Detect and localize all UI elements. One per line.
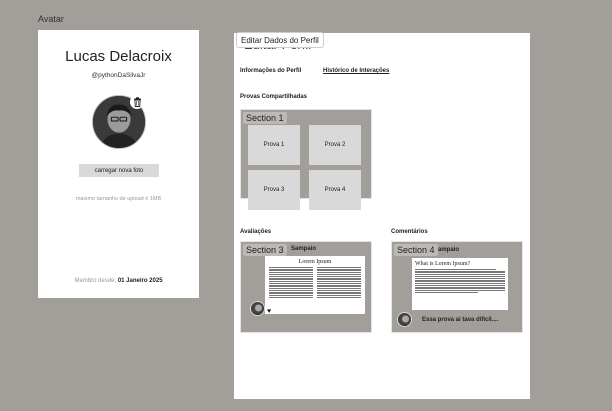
section-label: Section 1	[243, 112, 287, 124]
frame-label: Avatar	[38, 14, 64, 24]
panel-title-tag: Editar Dados do Perfil	[236, 32, 324, 48]
upload-hint: máximo tamanho de upload é 1MB	[75, 196, 162, 202]
comment-document-thumbnail[interactable]: What is Lorem Ipsum?	[412, 258, 508, 310]
section-label: Section 3	[243, 244, 287, 256]
section-label: Section 4	[394, 244, 438, 256]
member-since-date: 01 Janeiro 2025	[117, 278, 163, 284]
profile-handle: @pythonDaSilvaJr	[91, 72, 146, 79]
tab-profile-info[interactable]: Informações do Perfil	[240, 68, 301, 74]
prova-card[interactable]: Prova 4	[309, 170, 361, 210]
edit-profile-panel: Editar Perfil Editar Dados do Perfil Inf…	[234, 32, 530, 399]
reviewer-name: Sampaio	[291, 246, 317, 252]
trash-icon[interactable]	[130, 95, 144, 109]
profile-name: Lucas Delacroix	[65, 48, 172, 65]
member-since-label: Membro desde:	[74, 278, 117, 284]
review-document-thumbnail[interactable]: Lorem Ipsum	[265, 256, 365, 314]
shared-provas-heading: Provas Compartilhadas	[240, 94, 308, 100]
prova-card[interactable]: Prova 2	[309, 125, 361, 165]
shared-provas-section: Section 1 Prova 1 Prova 2 Prova 3 Prova …	[240, 109, 372, 210]
reviewer-avatar	[250, 301, 265, 316]
prova-card[interactable]: Prova 3	[248, 170, 300, 210]
comment-document-title: What is Lorem Ipsum?	[415, 261, 471, 267]
review-document-title: Lorem Ipsum	[298, 259, 332, 265]
upload-photo-button[interactable]: carregar nova foto	[79, 164, 159, 177]
member-since: Membro desde: 01 Janeiro 2025	[38, 278, 199, 284]
prova-card[interactable]: Prova 1	[248, 125, 300, 165]
comments-section: What is Lorem Ipsum? Section 4 ampaio Es…	[391, 241, 523, 333]
reviews-section: Lorem Ipsum Section 3 Sampaio ♥	[240, 241, 372, 333]
reviews-heading: Avaliações	[240, 229, 272, 235]
commenter-avatar	[397, 312, 412, 327]
commenter-name: ampaio	[438, 247, 460, 253]
heart-icon[interactable]: ♥	[267, 308, 271, 315]
comments-heading: Comentários	[391, 229, 428, 235]
tab-interaction-history[interactable]: Histórico de Interações	[323, 68, 389, 74]
profile-card: Lucas Delacroix @pythonDaSilvaJr carrega…	[38, 30, 199, 298]
comment-text: Essa prova ai tava dificil....	[422, 317, 499, 323]
